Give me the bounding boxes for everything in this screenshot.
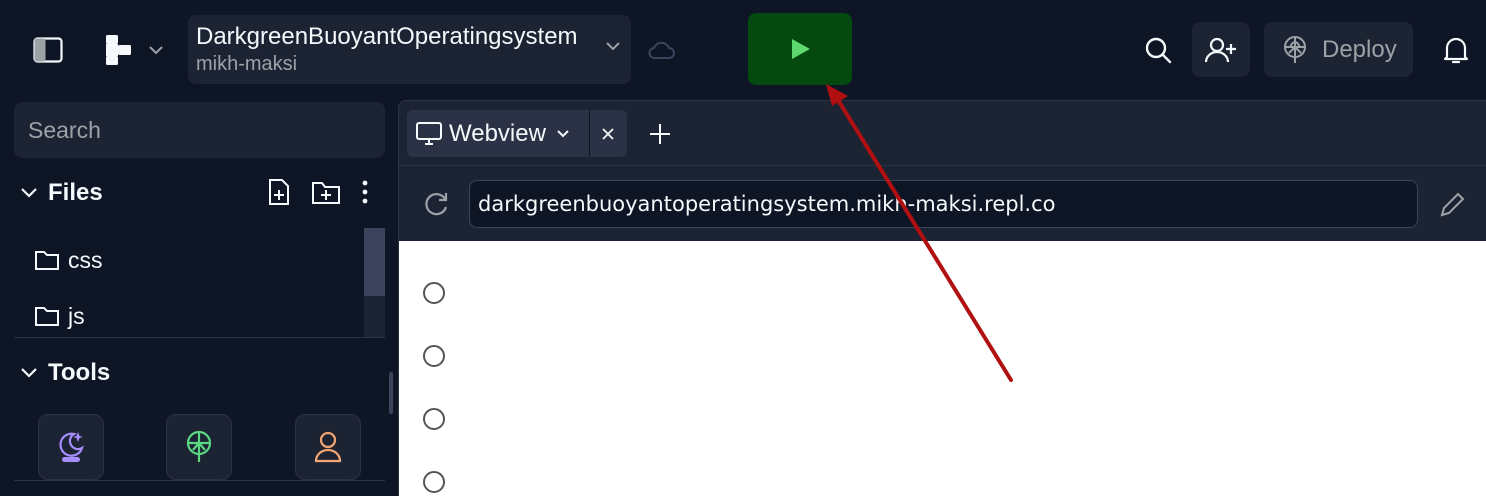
tool-user[interactable] [295,414,361,480]
file-item-label: js [68,302,85,329]
more-options-icon[interactable] [361,179,369,205]
sidebar-icon [33,37,63,63]
notifications-button[interactable] [1434,26,1478,74]
tab-label: Webview [449,119,546,147]
sidebar: Search Files css js Tools [0,100,398,496]
deployments-icon [186,430,212,462]
monitor-icon [416,121,442,145]
pencil-icon [1440,192,1465,217]
url-input[interactable]: darkgreenbuoyantoperatingsystem.mikh-mak… [469,180,1418,228]
file-item-js[interactable]: js [34,296,85,336]
close-icon [602,128,614,140]
radio-button[interactable] [423,345,445,367]
file-item-label: css [68,246,103,273]
run-button[interactable] [748,13,852,85]
sidebar-toggle-button[interactable] [22,26,74,74]
deploy-label: Deploy [1322,35,1397,63]
radio-button[interactable] [423,282,445,304]
tools-section-header[interactable]: Tools [14,352,385,394]
reload-button[interactable] [419,188,453,222]
cloud-sync-icon [644,34,680,66]
tool-ai-assistant[interactable] [38,414,104,480]
top-bar: DarkgreenBuoyantOperatingsystem mikh-mak… [0,0,1486,100]
files-title: Files [48,179,103,206]
edit-url-button[interactable] [1435,188,1469,222]
close-tab-button[interactable] [595,121,621,147]
reload-icon [425,193,448,216]
add-user-icon [1205,37,1236,62]
files-actions [267,178,369,206]
tools-title: Tools [48,359,111,386]
new-folder-icon[interactable] [311,179,341,205]
webview-url-bar: darkgreenbuoyantoperatingsystem.mikh-mak… [399,165,1486,241]
invite-button[interactable] [1192,22,1250,77]
tab-webview[interactable]: Webview [407,110,627,157]
chevron-down-icon [149,46,163,55]
files-section-header[interactable]: Files [14,172,385,214]
panel-resize-handle[interactable] [389,372,393,414]
new-file-icon[interactable] [267,178,291,206]
tool-deployments[interactable] [166,414,232,480]
bell-icon [1443,37,1469,64]
plus-icon [650,124,670,144]
chevron-down-icon [21,368,37,378]
user-icon [314,431,342,463]
new-tab-button[interactable] [643,117,677,151]
tab-separator [589,110,590,157]
folder-icon [35,307,59,326]
repl-title: DarkgreenBuoyantOperatingsystem [196,23,578,50]
search-button[interactable] [1136,26,1180,74]
file-item-css[interactable]: css [34,240,103,280]
replit-menu-button[interactable] [96,26,172,74]
replit-logo-icon [106,35,131,65]
divider [14,337,385,338]
radio-button[interactable] [423,408,445,430]
sidebar-search-input[interactable]: Search [14,102,385,158]
search-icon [1145,37,1172,64]
file-list-scroll-thumb[interactable] [364,228,385,296]
deploy-button[interactable]: Deploy [1264,22,1413,77]
main-panel: Webview darkgreenbuoyantoperatingsystem.… [398,100,1486,496]
chevron-down-icon [21,188,37,198]
divider [14,480,385,481]
ai-assistant-icon [59,432,84,462]
deploy-icon [1284,35,1306,63]
play-icon [792,39,810,59]
repl-owner: mikh-maksi [196,53,298,75]
repl-selector[interactable]: DarkgreenBuoyantOperatingsystem mikh-mak… [188,15,631,84]
chevron-down-icon [557,130,569,138]
folder-icon [35,251,59,270]
webview-content [399,241,1486,496]
radio-button[interactable] [423,471,445,493]
chevron-down-icon [606,42,620,51]
